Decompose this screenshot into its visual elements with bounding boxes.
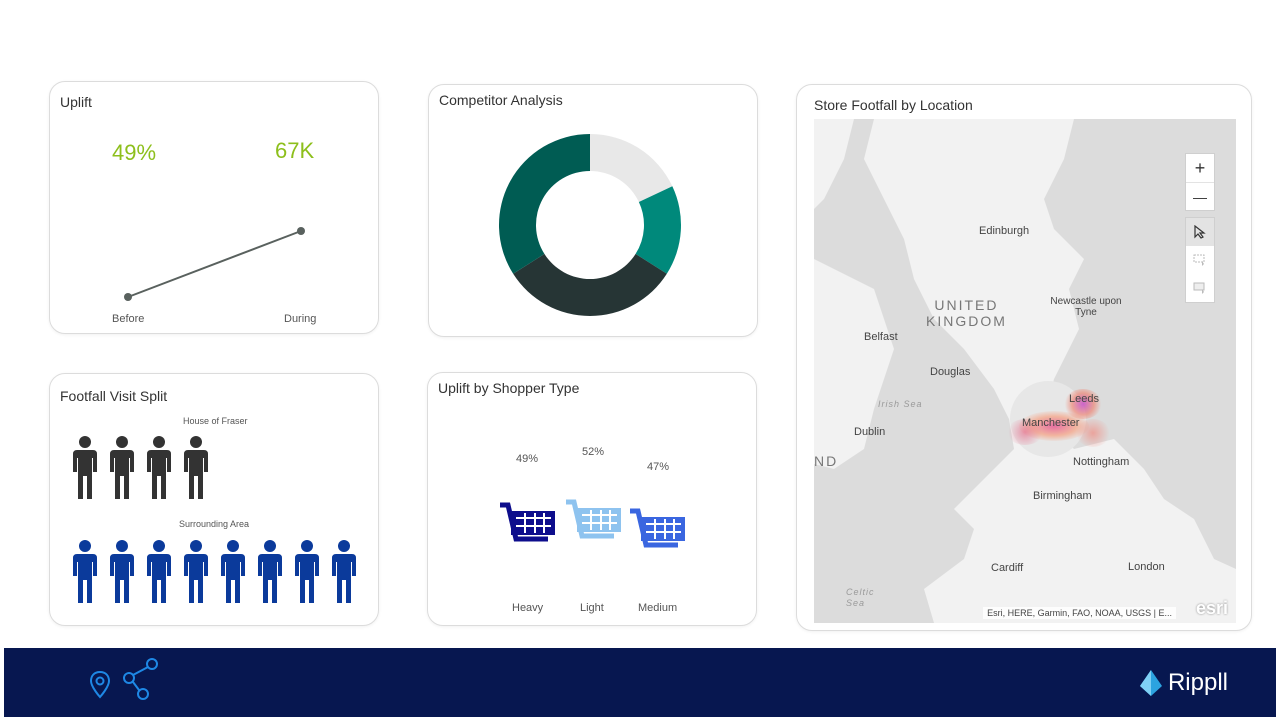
place-douglas: Douglas <box>930 366 971 378</box>
brand-logo: Rippll <box>1138 668 1228 698</box>
place-newcastle: Newcastle upon Tyne <box>1050 296 1122 318</box>
place-edinburgh: Edinburgh <box>979 225 1030 237</box>
map-card: Store Footfall by Location UNITED KINGDOM… <box>796 84 1252 631</box>
place-manchester: Manchester <box>1022 417 1080 429</box>
heavy-label: Heavy <box>512 602 544 614</box>
map-landmass <box>814 119 1236 623</box>
esri-logo: esri <box>1195 598 1228 618</box>
region-united-kingdom: UNITED KINGDOM <box>926 297 1007 329</box>
person-icon <box>220 540 246 609</box>
cart-heavy-icon <box>500 502 555 542</box>
place-london: London <box>1128 561 1165 573</box>
place-birmingham: Birmingham <box>1033 490 1092 502</box>
place-cardiff: Cardiff <box>991 562 1024 574</box>
medium-label: Medium <box>638 602 678 614</box>
surrounding-area-people <box>72 540 357 609</box>
person-icon <box>72 540 98 609</box>
footfall-split-title: Footfall Visit Split <box>60 388 168 404</box>
uplift-x-label-during: During <box>284 313 317 325</box>
person-icon <box>109 540 135 609</box>
place-leeds: Leeds <box>1069 393 1099 405</box>
sea-celtic: Celtic Sea <box>846 587 875 608</box>
zoom-in-button[interactable]: + <box>1186 154 1214 182</box>
person-icon <box>331 540 357 609</box>
brand-name: Rippll <box>1167 669 1228 696</box>
cart-medium-icon <box>630 508 685 548</box>
share-icon[interactable] <box>121 656 161 702</box>
light-value: 52% <box>582 446 605 458</box>
map-attribution[interactable]: Esri, HERE, Garmin, FAO, NOAA, USGS | E.… <box>983 607 1176 619</box>
zoom-controls: + — <box>1185 153 1215 211</box>
uplift-point-before[interactable] <box>124 293 132 301</box>
uplift-line <box>127 230 302 298</box>
person-icon <box>257 540 283 609</box>
footer-bar: Rippll <box>4 648 1276 717</box>
selection-tools <box>1185 217 1215 303</box>
sea-irish: Irish Sea <box>878 399 923 409</box>
shopper-type-title: Uplift by Shopper Type <box>438 380 580 396</box>
competitor-title: Competitor Analysis <box>439 92 563 108</box>
group-house-of-fraser-label: House of Fraser <box>183 416 248 426</box>
group-surrounding-area-label: Surrounding Area <box>179 519 250 529</box>
uplift-x-label-before: Before <box>112 313 145 325</box>
donut-slice-1[interactable] <box>590 134 673 203</box>
place-nottingham: Nottingham <box>1073 456 1130 468</box>
person-icon <box>109 436 135 505</box>
shopper-type-card: Uplift by Shopper Type 49% 52% 47% Heavy… <box>427 372 757 626</box>
pointer-tool-icon[interactable] <box>1186 218 1214 246</box>
rippll-drop-icon <box>1139 670 1162 696</box>
footfall-map[interactable]: UNITED KINGDOM ND Irish Sea Celtic Sea Edi… <box>814 119 1236 623</box>
competitor-donut-chart <box>499 134 681 316</box>
person-icon <box>146 436 172 505</box>
competitor-card: Competitor Analysis <box>428 84 758 337</box>
lasso-select-icon[interactable] <box>1186 274 1214 302</box>
person-icon <box>183 540 209 609</box>
rectangle-select-icon[interactable] <box>1186 246 1214 274</box>
zoom-out-button[interactable]: — <box>1186 182 1214 210</box>
person-icon <box>146 540 172 609</box>
heat-spot-east <box>1076 419 1110 447</box>
uplift-point-during[interactable] <box>297 227 305 235</box>
footfall-split-card: Footfall Visit Split House of Fraser Sur… <box>49 373 379 626</box>
heavy-value: 49% <box>516 453 539 465</box>
person-icon <box>294 540 320 609</box>
place-dublin: Dublin <box>854 426 886 438</box>
light-label: Light <box>580 602 604 614</box>
donut-slice-3[interactable] <box>513 253 667 316</box>
uplift-card: Uplift 49% 67K Before During <box>49 81 379 334</box>
place-belfast: Belfast <box>864 331 898 343</box>
donut-slice-4[interactable] <box>499 134 590 274</box>
uplift-line-chart <box>124 227 305 301</box>
region-ireland-partial: ND <box>814 453 839 469</box>
map-title: Store Footfall by Location <box>814 97 973 113</box>
medium-value: 47% <box>647 461 670 473</box>
person-icon <box>72 436 98 505</box>
location-pin-icon[interactable] <box>89 670 111 700</box>
cart-light-icon <box>566 499 621 539</box>
house-of-fraser-people <box>72 436 209 505</box>
person-icon <box>183 436 209 505</box>
